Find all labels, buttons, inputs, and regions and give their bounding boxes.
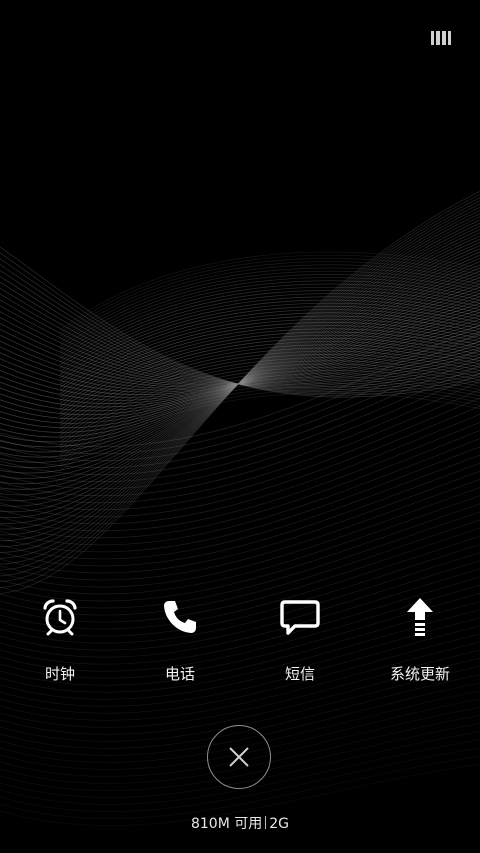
- app-label: 短信: [284, 665, 315, 683]
- recent-apps-row: 时钟 电话 短信 系统更新: [0, 595, 480, 695]
- app-clock[interactable]: 时钟: [0, 595, 120, 695]
- memory-available: 810M 可用: [190, 816, 263, 832]
- recents-grid-icon: [431, 31, 451, 45]
- app-label: 电话: [164, 665, 195, 683]
- app-system-update[interactable]: 系统更新: [360, 595, 480, 695]
- app-label: 系统更新: [389, 665, 450, 683]
- close-icon: [229, 747, 249, 767]
- recents-toggle-button[interactable]: [428, 28, 454, 48]
- memory-divider: [265, 816, 267, 829]
- alarm-clock-icon: [38, 595, 82, 639]
- phone-icon: [158, 595, 202, 639]
- memory-info: 810M 可用 2G: [0, 815, 480, 833]
- message-icon: [278, 595, 322, 639]
- update-arrow-icon: [398, 595, 442, 639]
- app-phone[interactable]: 电话: [120, 595, 240, 695]
- recents-screen: 时钟 电话 短信 系统更新 810M 可用 2G: [0, 0, 480, 853]
- clear-recents-button[interactable]: [207, 725, 271, 789]
- memory-total: 2G: [269, 816, 290, 832]
- app-messages[interactable]: 短信: [240, 595, 360, 695]
- app-label: 时钟: [44, 665, 75, 683]
